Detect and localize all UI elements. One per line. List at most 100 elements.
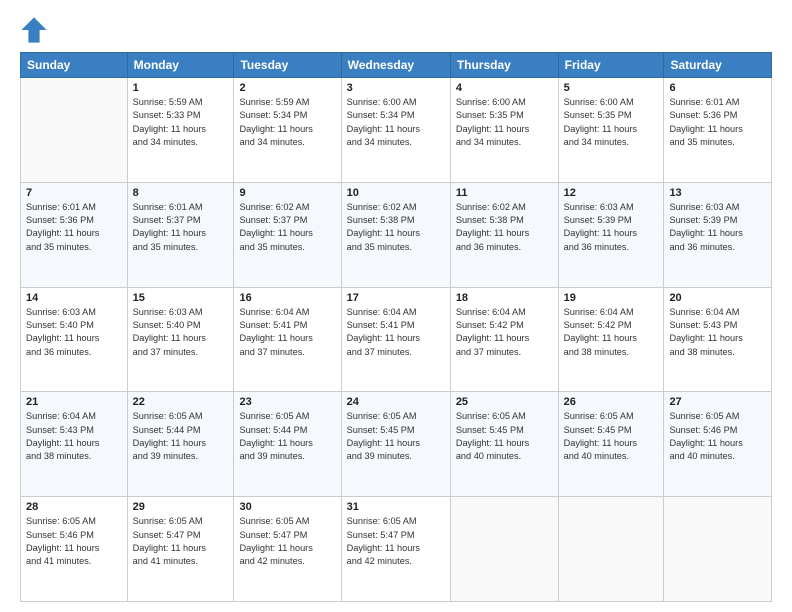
calendar-cell: 2 Sunrise: 5:59 AM Sunset: 5:34 PM Daylig… xyxy=(234,78,341,183)
day-number: 23 xyxy=(239,396,335,408)
calendar-cell: 30Sunrise: 6:05 AM Sunset: 5:47 PM Dayli… xyxy=(234,497,341,602)
day-info: Sunrise: 6:03 AM Sunset: 5:39 PM Dayligh… xyxy=(669,201,766,254)
calendar-cell: 6 Sunrise: 6:01 AM Sunset: 5:36 PM Daylig… xyxy=(664,78,772,183)
calendar-cell: 14Sunrise: 6:03 AM Sunset: 5:40 PM Dayli… xyxy=(21,287,128,392)
day-number: 25 xyxy=(456,396,553,408)
day-info: Sunrise: 6:04 AM Sunset: 5:43 PM Dayligh… xyxy=(26,410,122,463)
calendar-cell: 1Sunrise: 5:59 AM Sunset: 5:33 PM Daylig… xyxy=(127,78,234,183)
calendar-week-row: 28 Sunrise: 6:05 AM Sunset: 5:46 PM Dayli… xyxy=(21,497,772,602)
day-number: 29 xyxy=(133,501,229,513)
day-info: Sunrise: 6:05 AM Sunset: 5:45 PM Dayligh… xyxy=(456,410,553,463)
calendar-cell: 8 Sunrise: 6:01 AM Sunset: 5:37 PM Daylig… xyxy=(127,182,234,287)
calendar-cell xyxy=(21,78,128,183)
day-info: Sunrise: 6:02 AM Sunset: 5:37 PM Dayligh… xyxy=(239,201,335,254)
header xyxy=(20,16,772,44)
day-number: 3 xyxy=(347,82,445,94)
day-number: 5 xyxy=(564,82,659,94)
calendar-table: SundayMondayTuesdayWednesdayThursdayFrid… xyxy=(20,52,772,602)
calendar-cell: 16 Sunrise: 6:04 AM Sunset: 5:41 PM Dayli… xyxy=(234,287,341,392)
calendar-cell: 4 Sunrise: 6:00 AM Sunset: 5:35 PM Daylig… xyxy=(450,78,558,183)
page: SundayMondayTuesdayWednesdayThursdayFrid… xyxy=(0,0,792,612)
day-number: 17 xyxy=(347,292,445,304)
day-info: Sunrise: 6:04 AM Sunset: 5:42 PM Dayligh… xyxy=(456,306,553,359)
calendar-cell: 13 Sunrise: 6:03 AM Sunset: 5:39 PM Dayli… xyxy=(664,182,772,287)
day-number: 11 xyxy=(456,187,553,199)
day-number: 7 xyxy=(26,187,122,199)
calendar-week-row: 14Sunrise: 6:03 AM Sunset: 5:40 PM Dayli… xyxy=(21,287,772,392)
day-number: 28 xyxy=(26,501,122,513)
day-info: Sunrise: 6:05 AM Sunset: 5:47 PM Dayligh… xyxy=(133,515,229,568)
weekday-header: Tuesday xyxy=(234,53,341,78)
day-number: 1 xyxy=(133,82,229,94)
day-info: Sunrise: 6:01 AM Sunset: 5:36 PM Dayligh… xyxy=(669,96,766,149)
day-number: 26 xyxy=(564,396,659,408)
day-info: Sunrise: 6:03 AM Sunset: 5:40 PM Dayligh… xyxy=(133,306,229,359)
calendar-cell: 12 Sunrise: 6:03 AM Sunset: 5:39 PM Dayli… xyxy=(558,182,664,287)
calendar-cell: 29 Sunrise: 6:05 AM Sunset: 5:47 PM Dayli… xyxy=(127,497,234,602)
day-number: 4 xyxy=(456,82,553,94)
calendar-cell: 26 Sunrise: 6:05 AM Sunset: 5:45 PM Dayli… xyxy=(558,392,664,497)
calendar-cell xyxy=(558,497,664,602)
logo xyxy=(20,16,50,44)
weekday-header: Wednesday xyxy=(341,53,450,78)
day-info: Sunrise: 6:05 AM Sunset: 5:45 PM Dayligh… xyxy=(564,410,659,463)
calendar-cell: 23 Sunrise: 6:05 AM Sunset: 5:44 PM Dayli… xyxy=(234,392,341,497)
calendar-cell: 27 Sunrise: 6:05 AM Sunset: 5:46 PM Dayli… xyxy=(664,392,772,497)
day-info: Sunrise: 6:00 AM Sunset: 5:34 PM Dayligh… xyxy=(347,96,445,149)
day-info: Sunrise: 6:04 AM Sunset: 5:42 PM Dayligh… xyxy=(564,306,659,359)
day-info: Sunrise: 6:05 AM Sunset: 5:46 PM Dayligh… xyxy=(669,410,766,463)
calendar-cell: 7 Sunrise: 6:01 AM Sunset: 5:36 PM Daylig… xyxy=(21,182,128,287)
calendar-cell xyxy=(450,497,558,602)
day-info: Sunrise: 6:03 AM Sunset: 5:39 PM Dayligh… xyxy=(564,201,659,254)
calendar-header-row: SundayMondayTuesdayWednesdayThursdayFrid… xyxy=(21,53,772,78)
day-info: Sunrise: 6:05 AM Sunset: 5:44 PM Dayligh… xyxy=(239,410,335,463)
calendar-cell: 10 Sunrise: 6:02 AM Sunset: 5:38 PM Dayli… xyxy=(341,182,450,287)
calendar-cell: 28 Sunrise: 6:05 AM Sunset: 5:46 PM Dayli… xyxy=(21,497,128,602)
day-info: Sunrise: 6:05 AM Sunset: 5:45 PM Dayligh… xyxy=(347,410,445,463)
day-info: Sunrise: 6:04 AM Sunset: 5:41 PM Dayligh… xyxy=(239,306,335,359)
day-info: Sunrise: 6:04 AM Sunset: 5:41 PM Dayligh… xyxy=(347,306,445,359)
day-info: Sunrise: 5:59 AM Sunset: 5:34 PM Dayligh… xyxy=(239,96,335,149)
calendar-cell: 31Sunrise: 6:05 AM Sunset: 5:47 PM Dayli… xyxy=(341,497,450,602)
calendar-week-row: 21 Sunrise: 6:04 AM Sunset: 5:43 PM Dayli… xyxy=(21,392,772,497)
day-number: 31 xyxy=(347,501,445,513)
calendar-cell xyxy=(664,497,772,602)
calendar-cell: 25 Sunrise: 6:05 AM Sunset: 5:45 PM Dayli… xyxy=(450,392,558,497)
day-number: 13 xyxy=(669,187,766,199)
calendar-cell: 5 Sunrise: 6:00 AM Sunset: 5:35 PM Daylig… xyxy=(558,78,664,183)
day-number: 24 xyxy=(347,396,445,408)
day-info: Sunrise: 6:00 AM Sunset: 5:35 PM Dayligh… xyxy=(564,96,659,149)
calendar-cell: 9Sunrise: 6:02 AM Sunset: 5:37 PM Daylig… xyxy=(234,182,341,287)
day-number: 6 xyxy=(669,82,766,94)
day-number: 27 xyxy=(669,396,766,408)
calendar-week-row: 1Sunrise: 5:59 AM Sunset: 5:33 PM Daylig… xyxy=(21,78,772,183)
day-info: Sunrise: 6:05 AM Sunset: 5:46 PM Dayligh… xyxy=(26,515,122,568)
day-number: 19 xyxy=(564,292,659,304)
logo-icon xyxy=(20,16,48,44)
day-number: 10 xyxy=(347,187,445,199)
day-number: 21 xyxy=(26,396,122,408)
day-info: Sunrise: 6:01 AM Sunset: 5:36 PM Dayligh… xyxy=(26,201,122,254)
day-info: Sunrise: 6:02 AM Sunset: 5:38 PM Dayligh… xyxy=(347,201,445,254)
weekday-header: Friday xyxy=(558,53,664,78)
weekday-header: Sunday xyxy=(21,53,128,78)
day-number: 2 xyxy=(239,82,335,94)
day-number: 15 xyxy=(133,292,229,304)
calendar-cell: 19 Sunrise: 6:04 AM Sunset: 5:42 PM Dayli… xyxy=(558,287,664,392)
weekday-header: Thursday xyxy=(450,53,558,78)
calendar-cell: 17 Sunrise: 6:04 AM Sunset: 5:41 PM Dayli… xyxy=(341,287,450,392)
calendar-week-row: 7 Sunrise: 6:01 AM Sunset: 5:36 PM Daylig… xyxy=(21,182,772,287)
day-info: Sunrise: 6:02 AM Sunset: 5:38 PM Dayligh… xyxy=(456,201,553,254)
weekday-header: Saturday xyxy=(664,53,772,78)
day-number: 30 xyxy=(239,501,335,513)
day-number: 16 xyxy=(239,292,335,304)
calendar-cell: 18Sunrise: 6:04 AM Sunset: 5:42 PM Dayli… xyxy=(450,287,558,392)
day-info: Sunrise: 6:00 AM Sunset: 5:35 PM Dayligh… xyxy=(456,96,553,149)
weekday-header: Monday xyxy=(127,53,234,78)
day-number: 20 xyxy=(669,292,766,304)
calendar-cell: 15 Sunrise: 6:03 AM Sunset: 5:40 PM Dayli… xyxy=(127,287,234,392)
day-info: Sunrise: 6:01 AM Sunset: 5:37 PM Dayligh… xyxy=(133,201,229,254)
day-number: 8 xyxy=(133,187,229,199)
calendar-cell: 22Sunrise: 6:05 AM Sunset: 5:44 PM Dayli… xyxy=(127,392,234,497)
day-number: 12 xyxy=(564,187,659,199)
